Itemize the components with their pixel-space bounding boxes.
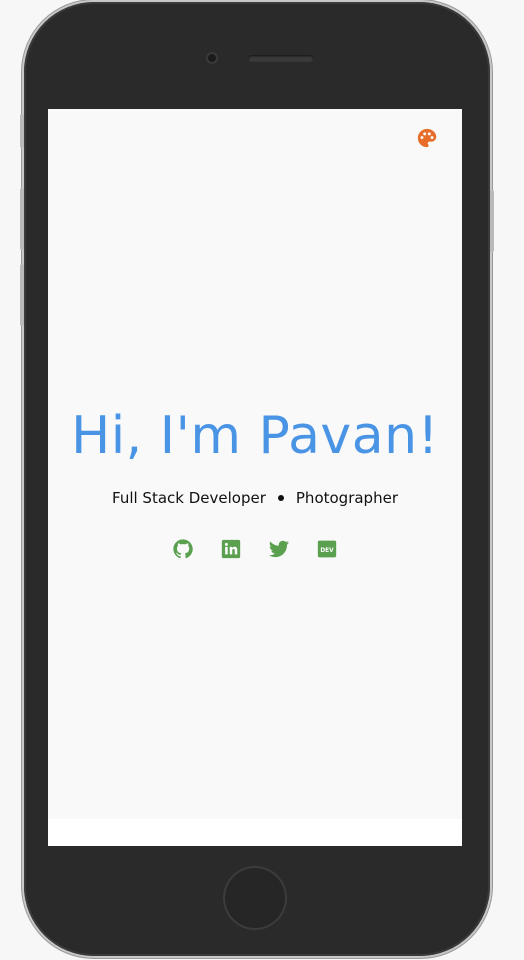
linkedin-icon[interactable]: [220, 538, 242, 560]
phone-screen: Hi, I'm Pavan! Full Stack Developer Phot…: [48, 109, 462, 846]
earpiece-speaker: [248, 55, 314, 62]
page-content: Hi, I'm Pavan! Full Stack Developer Phot…: [48, 109, 462, 819]
home-button[interactable]: [223, 866, 287, 930]
separator-dot: [277, 495, 284, 501]
twitter-icon[interactable]: [268, 538, 290, 560]
front-camera: [206, 52, 218, 64]
volume-up-button: [20, 188, 24, 250]
github-icon[interactable]: [172, 538, 194, 560]
dev-label: DEV: [320, 548, 334, 554]
volume-down-button: [20, 264, 24, 326]
palette-icon[interactable]: [416, 127, 438, 149]
power-button: [490, 190, 494, 252]
social-links: DEV: [48, 538, 462, 560]
dev-icon[interactable]: DEV: [316, 538, 338, 560]
role-photographer: Photographer: [295, 489, 398, 507]
hero-title: Hi, I'm Pavan!: [71, 406, 439, 466]
mute-switch: [20, 114, 24, 148]
role-developer: Full Stack Developer: [112, 489, 266, 507]
hero-subtitle: Full Stack Developer Photographer: [48, 487, 462, 509]
